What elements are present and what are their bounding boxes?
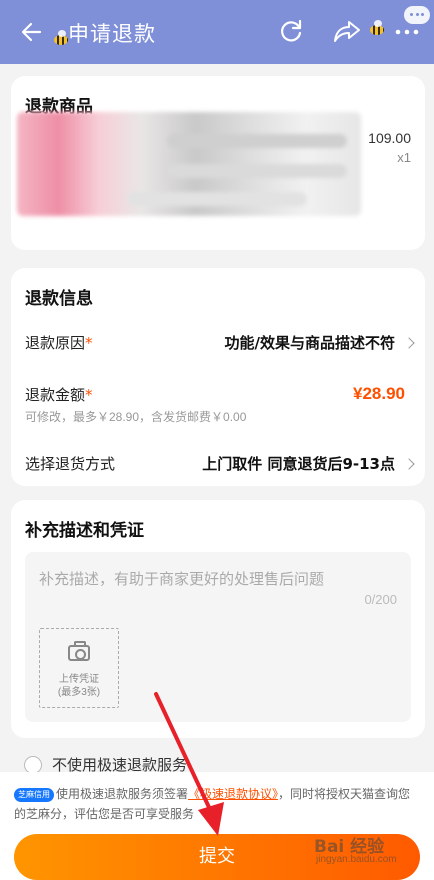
agreement-text-part: 使用极速退款服务须签署 xyxy=(56,787,189,801)
description-textarea[interactable]: 补充描述，有助于商家更好的处理售后问题 0/200 上传凭证 (最多3张) xyxy=(25,552,411,722)
refund-amount-label: 退款金额 xyxy=(25,386,86,404)
chevron-right-icon xyxy=(403,458,415,470)
return-method-value: 上门取件 同意退货后9-13点 xyxy=(202,455,395,473)
product-quantity: x1 xyxy=(397,150,411,165)
upload-limit-label: (最多3张) xyxy=(57,687,101,698)
upload-label: 上传凭证 xyxy=(59,674,99,685)
product-image[interactable] xyxy=(17,112,361,216)
refund-info-card: 退款信息 退款原因* 功能/效果与商品描述不符 退款金额* ¥28.90 可修改… xyxy=(11,268,425,486)
refund-reason-label: 退款原因 xyxy=(25,334,86,352)
message-bubble-icon[interactable] xyxy=(404,6,430,24)
refresh-icon[interactable] xyxy=(276,16,306,46)
camera-icon xyxy=(68,641,90,661)
back-arrow-icon[interactable] xyxy=(20,18,44,46)
page-title: 申请退款 xyxy=(68,22,156,46)
zhima-credit-badge: 芝麻信用 xyxy=(14,788,54,802)
agreement-text: 芝麻信用 使用极速退款服务须签署《极速退款协议》，同时将授权天猫查询您的芝麻分，评… xyxy=(14,784,418,824)
chevron-right-icon xyxy=(403,337,415,349)
upload-evidence-button[interactable]: 上传凭证 (最多3张) xyxy=(39,628,119,708)
radio-button[interactable] xyxy=(24,755,42,774)
top-nav-bar: 申请退款 xyxy=(0,0,434,64)
more-icon[interactable] xyxy=(394,22,420,42)
description-placeholder: 补充描述，有助于商家更好的处理售后问题 xyxy=(39,570,325,588)
required-mark: * xyxy=(85,334,93,352)
character-counter: 0/200 xyxy=(364,592,397,607)
submit-button[interactable]: 提交 xyxy=(14,834,420,880)
product-price: 109.00 xyxy=(368,130,411,146)
refund-product-card: 退款商品 109.00 x1 xyxy=(11,76,425,250)
refund-reason-value: 功能/效果与商品描述不符 xyxy=(224,334,395,352)
refund-amount-value[interactable]: ¥28.90 xyxy=(353,384,405,404)
section-title-evidence: 补充描述和凭证 xyxy=(25,521,144,541)
section-title-refund-info: 退款信息 xyxy=(25,289,93,309)
return-method-label: 选择退货方式 xyxy=(25,455,116,473)
bee-decoration-icon xyxy=(368,20,388,36)
required-mark: * xyxy=(85,386,93,404)
evidence-card: 补充描述和凭证 补充描述，有助于商家更好的处理售后问题 0/200 上传凭证 (… xyxy=(11,500,425,738)
refund-amount-note: 可修改，最多￥28.90，含发货邮费￥0.00 xyxy=(25,410,247,424)
share-icon[interactable] xyxy=(332,16,362,46)
bottom-action-bar: 芝麻信用 使用极速退款服务须签署《极速退款协议》，同时将授权天猫查询您的芝麻分，评… xyxy=(0,772,434,880)
fast-refund-agreement-link[interactable]: 《极速退款协议》 xyxy=(188,787,278,801)
